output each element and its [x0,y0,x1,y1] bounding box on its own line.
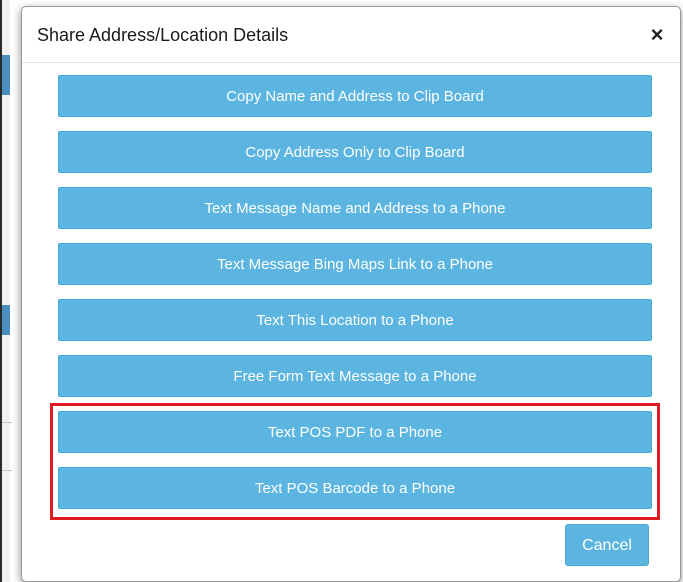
copy-address-only-button[interactable]: Copy Address Only to Clip Board [58,131,652,173]
cancel-button[interactable]: Cancel [565,524,649,566]
background-accent-strip [2,55,10,95]
background-divider [2,422,12,423]
text-location-button[interactable]: Text This Location to a Phone [58,299,652,341]
background-accent-strip [2,305,10,335]
copy-name-address-button[interactable]: Copy Name and Address to Clip Board [58,75,652,117]
text-name-address-button[interactable]: Text Message Name and Address to a Phone [58,187,652,229]
screen: Share Address/Location Details × Copy Na… [0,0,683,582]
modal-title: Share Address/Location Details [37,25,289,45]
close-icon[interactable]: × [648,24,666,46]
text-pos-barcode-button[interactable]: Text POS Barcode to a Phone [58,467,652,509]
modal-header: Share Address/Location Details × [22,7,680,63]
free-form-text-button[interactable]: Free Form Text Message to a Phone [58,355,652,397]
text-pos-pdf-button[interactable]: Text POS PDF to a Phone [58,411,652,453]
text-bing-maps-link-button[interactable]: Text Message Bing Maps Link to a Phone [58,243,652,285]
background-divider [2,470,12,471]
share-address-modal: Share Address/Location Details × Copy Na… [21,6,681,582]
